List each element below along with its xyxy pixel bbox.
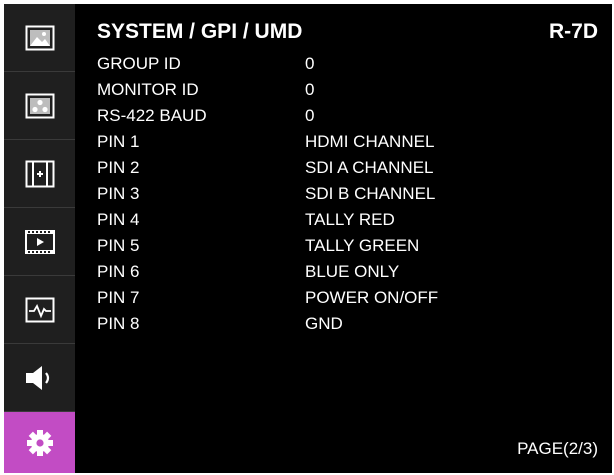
setting-label: MONITOR ID: [97, 80, 199, 99]
video-frame-icon: [24, 229, 55, 254]
settings-list: GROUP ID 0 MONITOR ID 0 RS-422 BAUD 0 PI…: [97, 51, 577, 337]
setting-value: 0: [305, 80, 315, 99]
setting-row-pin-7[interactable]: PIN 7 POWER ON/OFF: [97, 285, 577, 311]
setting-label: PIN 3: [97, 184, 140, 203]
setting-value: SDI A CHANNEL: [305, 158, 434, 177]
sidebar-item-color[interactable]: [4, 72, 75, 140]
sidebar-item-video[interactable]: [4, 208, 75, 276]
marker-icon: [25, 160, 54, 187]
speaker-icon: [25, 365, 49, 390]
sidebar-item-marker[interactable]: [4, 140, 75, 208]
sidebar-item-audio[interactable]: [4, 344, 75, 412]
setting-label: PIN 7: [97, 288, 140, 307]
setting-row-pin-8[interactable]: PIN 8 GND: [97, 311, 577, 337]
setting-row-pin-6[interactable]: PIN 6 BLUE ONLY: [97, 259, 577, 285]
setting-row-pin-4[interactable]: PIN 4 TALLY RED: [97, 207, 577, 233]
setting-row-monitor-id[interactable]: MONITOR ID 0: [97, 77, 577, 103]
setting-label: PIN 4: [97, 210, 140, 229]
setting-label: PIN 8: [97, 314, 140, 333]
setting-row-pin-1[interactable]: PIN 1 HDMI CHANNEL: [97, 129, 577, 155]
page-indicator: PAGE(2/3): [517, 439, 598, 458]
setting-label: PIN 5: [97, 236, 140, 255]
waveform-icon: [25, 297, 54, 322]
setting-label: GROUP ID: [97, 54, 181, 73]
color-dots-icon: [25, 93, 54, 118]
setting-row-rs422-baud[interactable]: RS-422 BAUD 0: [97, 103, 577, 129]
setting-label: RS-422 BAUD: [97, 106, 207, 125]
sidebar-item-waveform[interactable]: [4, 276, 75, 344]
model-name: R-7D: [548, 20, 598, 43]
setting-value: SDI B CHANNEL: [305, 184, 436, 203]
setting-row-pin-3[interactable]: PIN 3 SDI B CHANNEL: [97, 181, 577, 207]
gear-icon: [26, 429, 53, 456]
setting-row-pin-2[interactable]: PIN 2 SDI A CHANNEL: [97, 155, 577, 181]
setting-value: TALLY RED: [305, 210, 395, 229]
setting-value: TALLY GREEN: [305, 236, 420, 255]
setting-label: PIN 2: [97, 158, 140, 177]
setting-value: 0: [305, 54, 315, 73]
setting-value: BLUE ONLY: [305, 262, 400, 281]
setting-row-group-id[interactable]: GROUP ID 0: [97, 51, 577, 77]
sidebar-item-system[interactable]: [4, 412, 75, 473]
setting-value: 0: [305, 106, 315, 125]
setting-value: GND: [305, 314, 343, 333]
page-title: SYSTEM / GPI / UMD: [97, 20, 303, 43]
picture-icon: [25, 25, 54, 50]
osd-menu: SYSTEM / GPI / UMD R-7D GROUP ID 0 MONIT…: [4, 4, 612, 473]
setting-value: POWER ON/OFF: [305, 288, 439, 307]
setting-label: PIN 6: [97, 262, 140, 281]
setting-row-pin-5[interactable]: PIN 5 TALLY GREEN: [97, 233, 577, 259]
setting-value: HDMI CHANNEL: [305, 132, 435, 151]
sidebar: [4, 4, 75, 473]
setting-label: PIN 1: [97, 132, 140, 151]
sidebar-item-picture[interactable]: [4, 4, 75, 72]
